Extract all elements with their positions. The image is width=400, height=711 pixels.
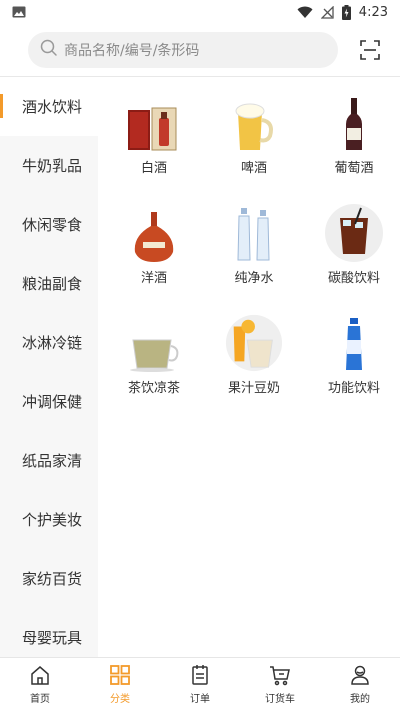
sidebar-item-instant[interactable]: 冲调保健 (0, 372, 98, 431)
bottom-tab-bar: 首页 分类 订单 订货车 我的 (0, 657, 400, 711)
product-label: 白酒 (140, 161, 167, 176)
product-label: 功能饮料 (327, 381, 380, 396)
sidebar-item-label: 粮油副食 (22, 275, 83, 293)
signal-icon (320, 5, 334, 19)
product-label: 啤酒 (240, 161, 267, 176)
product-label: 纯净水 (234, 271, 274, 286)
product-label: 茶饮凉茶 (127, 381, 180, 396)
search-placeholder: 商品名称/编号/条形码 (64, 43, 200, 59)
product-soda[interactable]: 碳酸饮料 (304, 200, 400, 300)
product-juice[interactable]: 果汁豆奶 (204, 310, 304, 410)
sidebar-item-drinks[interactable]: 酒水饮料 (0, 77, 98, 136)
home-icon (29, 664, 51, 686)
product-label: 碳酸饮料 (327, 271, 380, 286)
tab-orders[interactable]: 订单 (160, 658, 240, 711)
tab-label: 我的 (350, 694, 370, 705)
tab-label: 订单 (190, 694, 210, 705)
sidebar-item-label: 冰淋冷链 (22, 334, 83, 352)
sidebar-item-dairy[interactable]: 牛奶乳品 (0, 136, 98, 195)
sidebar-item-paper[interactable]: 纸品家清 (0, 431, 98, 490)
product-baijiu[interactable]: 白酒 (104, 90, 204, 190)
product-wine[interactable]: 葡萄酒 (304, 90, 400, 190)
battery-charging-icon (341, 4, 351, 20)
status-bar: 4:23 (0, 0, 400, 24)
sidebar-item-label: 牛奶乳品 (22, 157, 83, 175)
order-icon (189, 664, 211, 686)
tab-label: 分类 (110, 694, 130, 705)
sidebar-item-label: 酒水饮料 (22, 98, 83, 116)
water-bottles-icon (224, 200, 284, 262)
gallery-icon (12, 6, 26, 18)
soda-glass-icon (324, 200, 384, 262)
header: 商品名称/编号/条形码 (0, 24, 400, 76)
sidebar-item-home-textile[interactable]: 家纺百货 (0, 549, 98, 608)
profile-icon (349, 664, 371, 686)
tab-label: 首页 (30, 694, 50, 705)
sidebar-item-label: 休闲零食 (22, 216, 83, 234)
sidebar-item-baby-toys[interactable]: 母婴玩具 (0, 608, 98, 657)
category-sidebar: 酒水饮料 牛奶乳品 休闲零食 粮油副食 冰淋冷链 冲调保健 纸品家清 个护美妆 … (0, 77, 98, 657)
product-beer[interactable]: 啤酒 (204, 90, 304, 190)
tab-profile[interactable]: 我的 (320, 658, 400, 711)
tea-glass-icon (124, 310, 184, 372)
clock-time: 4:23 (358, 4, 388, 20)
tab-cart[interactable]: 订货车 (240, 658, 320, 711)
product-sports-drink[interactable]: 功能饮料 (304, 310, 400, 410)
sidebar-item-frozen[interactable]: 冰淋冷链 (0, 313, 98, 372)
product-label: 洋酒 (140, 271, 167, 286)
tab-label: 订货车 (265, 694, 295, 705)
product-label: 果汁豆奶 (227, 381, 280, 396)
sidebar-item-label: 纸品家清 (22, 452, 83, 470)
beer-mug-icon (224, 90, 284, 152)
baijiu-box-icon (124, 90, 184, 152)
sidebar-item-label: 冲调保健 (22, 393, 83, 411)
cart-icon (269, 664, 291, 686)
scan-icon[interactable] (358, 38, 382, 62)
search-icon (40, 39, 58, 61)
product-label: 葡萄酒 (334, 161, 374, 176)
wine-bottle-icon (324, 90, 384, 152)
category-icon (109, 664, 131, 686)
wifi-icon (297, 6, 313, 19)
tab-home[interactable]: 首页 (0, 658, 80, 711)
sidebar-item-label: 母婴玩具 (22, 629, 83, 647)
search-input[interactable]: 商品名称/编号/条形码 (28, 32, 338, 68)
sidebar-item-personal-care[interactable]: 个护美妆 (0, 490, 98, 549)
juice-milk-icon (224, 310, 284, 372)
product-liquor[interactable]: 洋酒 (104, 200, 204, 300)
cognac-bottle-icon (124, 200, 184, 262)
sidebar-item-snacks[interactable]: 休闲零食 (0, 195, 98, 254)
sidebar-item-label: 个护美妆 (22, 511, 83, 529)
sidebar-item-label: 家纺百货 (22, 570, 83, 588)
product-tea[interactable]: 茶饮凉茶 (104, 310, 204, 410)
sidebar-item-grains[interactable]: 粮油副食 (0, 254, 98, 313)
tab-category[interactable]: 分类 (80, 658, 160, 711)
product-water[interactable]: 纯净水 (204, 200, 304, 300)
sports-drink-icon (324, 310, 384, 372)
